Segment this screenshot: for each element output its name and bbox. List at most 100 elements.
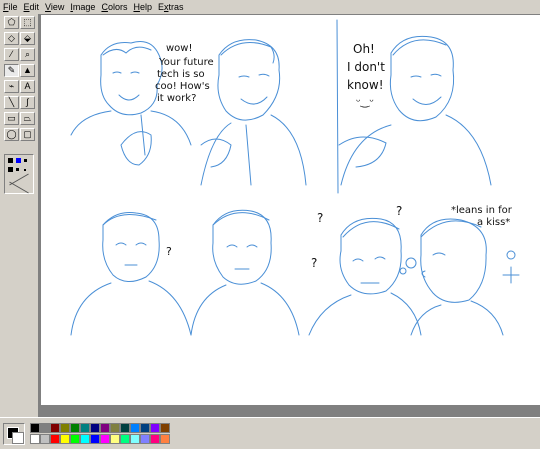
speech2-line-1: Oh! bbox=[353, 42, 375, 56]
char2-collar bbox=[245, 124, 252, 186]
color-swatch[interactable] bbox=[150, 423, 160, 433]
color-swatch[interactable] bbox=[90, 423, 100, 433]
char1-hair bbox=[102, 46, 152, 56]
panel4-questions: ? ? ? bbox=[311, 204, 402, 270]
char4-eyes bbox=[115, 242, 147, 246]
panel3-question: ? bbox=[166, 245, 172, 258]
brush-shape-1[interactable] bbox=[8, 167, 13, 172]
question-1: ? bbox=[317, 211, 323, 225]
line-icon[interactable]: ╲ bbox=[4, 96, 19, 109]
char4-shoulders bbox=[70, 280, 192, 336]
color-swatch[interactable] bbox=[60, 423, 70, 433]
rect-select-icon[interactable]: ⬚ bbox=[20, 16, 35, 29]
bubble-3 bbox=[506, 250, 516, 260]
rectangle-icon[interactable]: ▭ bbox=[4, 112, 19, 125]
ellipse-icon[interactable]: ◯ bbox=[4, 128, 19, 141]
color-palette bbox=[0, 417, 540, 449]
menu-bar: File Edit View Image Colors Help Extras bbox=[0, 0, 540, 14]
color-swatch[interactable] bbox=[30, 423, 40, 433]
color-swatch[interactable] bbox=[80, 423, 90, 433]
question-2: ? bbox=[396, 204, 402, 218]
color-swatch[interactable] bbox=[130, 434, 140, 444]
char3-mouth bbox=[412, 96, 442, 105]
brush-size-large[interactable] bbox=[8, 158, 13, 163]
sparkle bbox=[502, 266, 520, 284]
curve-icon[interactable]: ∫ bbox=[20, 96, 35, 109]
brush-slash-2[interactable] bbox=[9, 181, 29, 194]
speech-line-5: it work? bbox=[157, 93, 196, 104]
rounded-rect-icon[interactable]: ▢ bbox=[20, 128, 35, 141]
color-swatch[interactable] bbox=[40, 423, 50, 433]
char7-lips bbox=[421, 270, 426, 278]
speech-line-1: wow! bbox=[166, 43, 192, 54]
brush-size-small[interactable] bbox=[24, 159, 27, 162]
char3-shoulders bbox=[340, 114, 492, 186]
color-swatch[interactable] bbox=[60, 434, 70, 444]
magnifier-icon[interactable]: ⌕ bbox=[20, 48, 35, 61]
color-swatch[interactable] bbox=[100, 434, 110, 444]
color-swatch[interactable] bbox=[50, 434, 60, 444]
color-swatch[interactable] bbox=[70, 423, 80, 433]
menu-item-6[interactable]: Extras bbox=[155, 0, 187, 14]
char2-head bbox=[217, 39, 281, 121]
color-swatch[interactable] bbox=[80, 434, 90, 444]
brush-size-medium[interactable] bbox=[16, 158, 21, 163]
color-swatch[interactable] bbox=[110, 434, 120, 444]
color-swatch[interactable] bbox=[110, 423, 120, 433]
text-icon[interactable]: A bbox=[20, 80, 35, 93]
color-swatch[interactable] bbox=[90, 434, 100, 444]
pencil-icon[interactable]: ✎ bbox=[4, 64, 19, 77]
smiley: ᵕ‿ᵕ bbox=[356, 95, 374, 108]
char7-head bbox=[420, 218, 487, 303]
brush-shape-3[interactable] bbox=[24, 169, 26, 171]
color-swatch[interactable] bbox=[160, 423, 170, 433]
color-swatch[interactable] bbox=[100, 423, 110, 433]
char1-eyes bbox=[112, 71, 140, 74]
speech2-line-3: know! bbox=[347, 78, 384, 92]
menu-item-1[interactable]: Edit bbox=[21, 0, 43, 14]
char1-shoulders bbox=[70, 110, 192, 146]
drawing-canvas[interactable]: wow! Your future tech is so coo! How's i… bbox=[41, 15, 540, 405]
color-swatch[interactable] bbox=[160, 434, 170, 444]
char7-eye bbox=[432, 252, 446, 256]
free-select-icon[interactable]: ⬠ bbox=[4, 16, 19, 29]
char1-mouth bbox=[118, 94, 140, 101]
color-swatch[interactable] bbox=[130, 423, 140, 433]
color-swatch[interactable] bbox=[30, 434, 40, 444]
current-colors[interactable] bbox=[3, 423, 25, 445]
menu-item-3[interactable]: Image bbox=[67, 0, 98, 14]
color-swatch[interactable] bbox=[150, 434, 160, 444]
caption-line-1: *leans in for bbox=[451, 205, 513, 216]
color-swatch[interactable] bbox=[120, 423, 130, 433]
menu-item-2[interactable]: View bbox=[42, 0, 67, 14]
menu-item-5[interactable]: Help bbox=[130, 0, 155, 14]
color-swatch[interactable] bbox=[70, 434, 80, 444]
speech-line-2: Your future bbox=[158, 57, 214, 68]
airbrush-icon[interactable]: ⌁ bbox=[4, 80, 19, 93]
speech-line-3: tech is so bbox=[157, 69, 205, 80]
char2-shoulders bbox=[200, 114, 307, 186]
char2-hand bbox=[200, 138, 232, 168]
eraser-icon[interactable]: ◇ bbox=[4, 32, 19, 45]
char1-collar bbox=[140, 114, 146, 156]
char3-head bbox=[389, 35, 455, 122]
fill-icon[interactable]: ⬙ bbox=[20, 32, 35, 45]
color-swatch[interactable] bbox=[50, 423, 60, 433]
background-color[interactable] bbox=[12, 432, 24, 444]
color-swatch[interactable] bbox=[40, 434, 50, 444]
color-swatch[interactable] bbox=[120, 434, 130, 444]
char7-hair bbox=[420, 220, 482, 238]
color-picker-icon[interactable]: ⁄ bbox=[4, 48, 19, 61]
brush-icon[interactable]: ▲ bbox=[20, 64, 35, 77]
char1-head bbox=[100, 41, 163, 116]
color-swatch[interactable] bbox=[140, 434, 150, 444]
char4-head bbox=[102, 212, 160, 282]
tool-options[interactable] bbox=[4, 154, 34, 194]
color-swatch[interactable] bbox=[140, 423, 150, 433]
panel4-caption: *leans in for a kiss* bbox=[451, 205, 513, 228]
menu-item-4[interactable]: Colors bbox=[98, 0, 130, 14]
char7-shoulders bbox=[410, 300, 504, 336]
brush-shape-2[interactable] bbox=[16, 168, 19, 171]
menu-item-0[interactable]: File bbox=[0, 0, 21, 14]
polygon-icon[interactable]: ⏢ bbox=[20, 112, 35, 125]
